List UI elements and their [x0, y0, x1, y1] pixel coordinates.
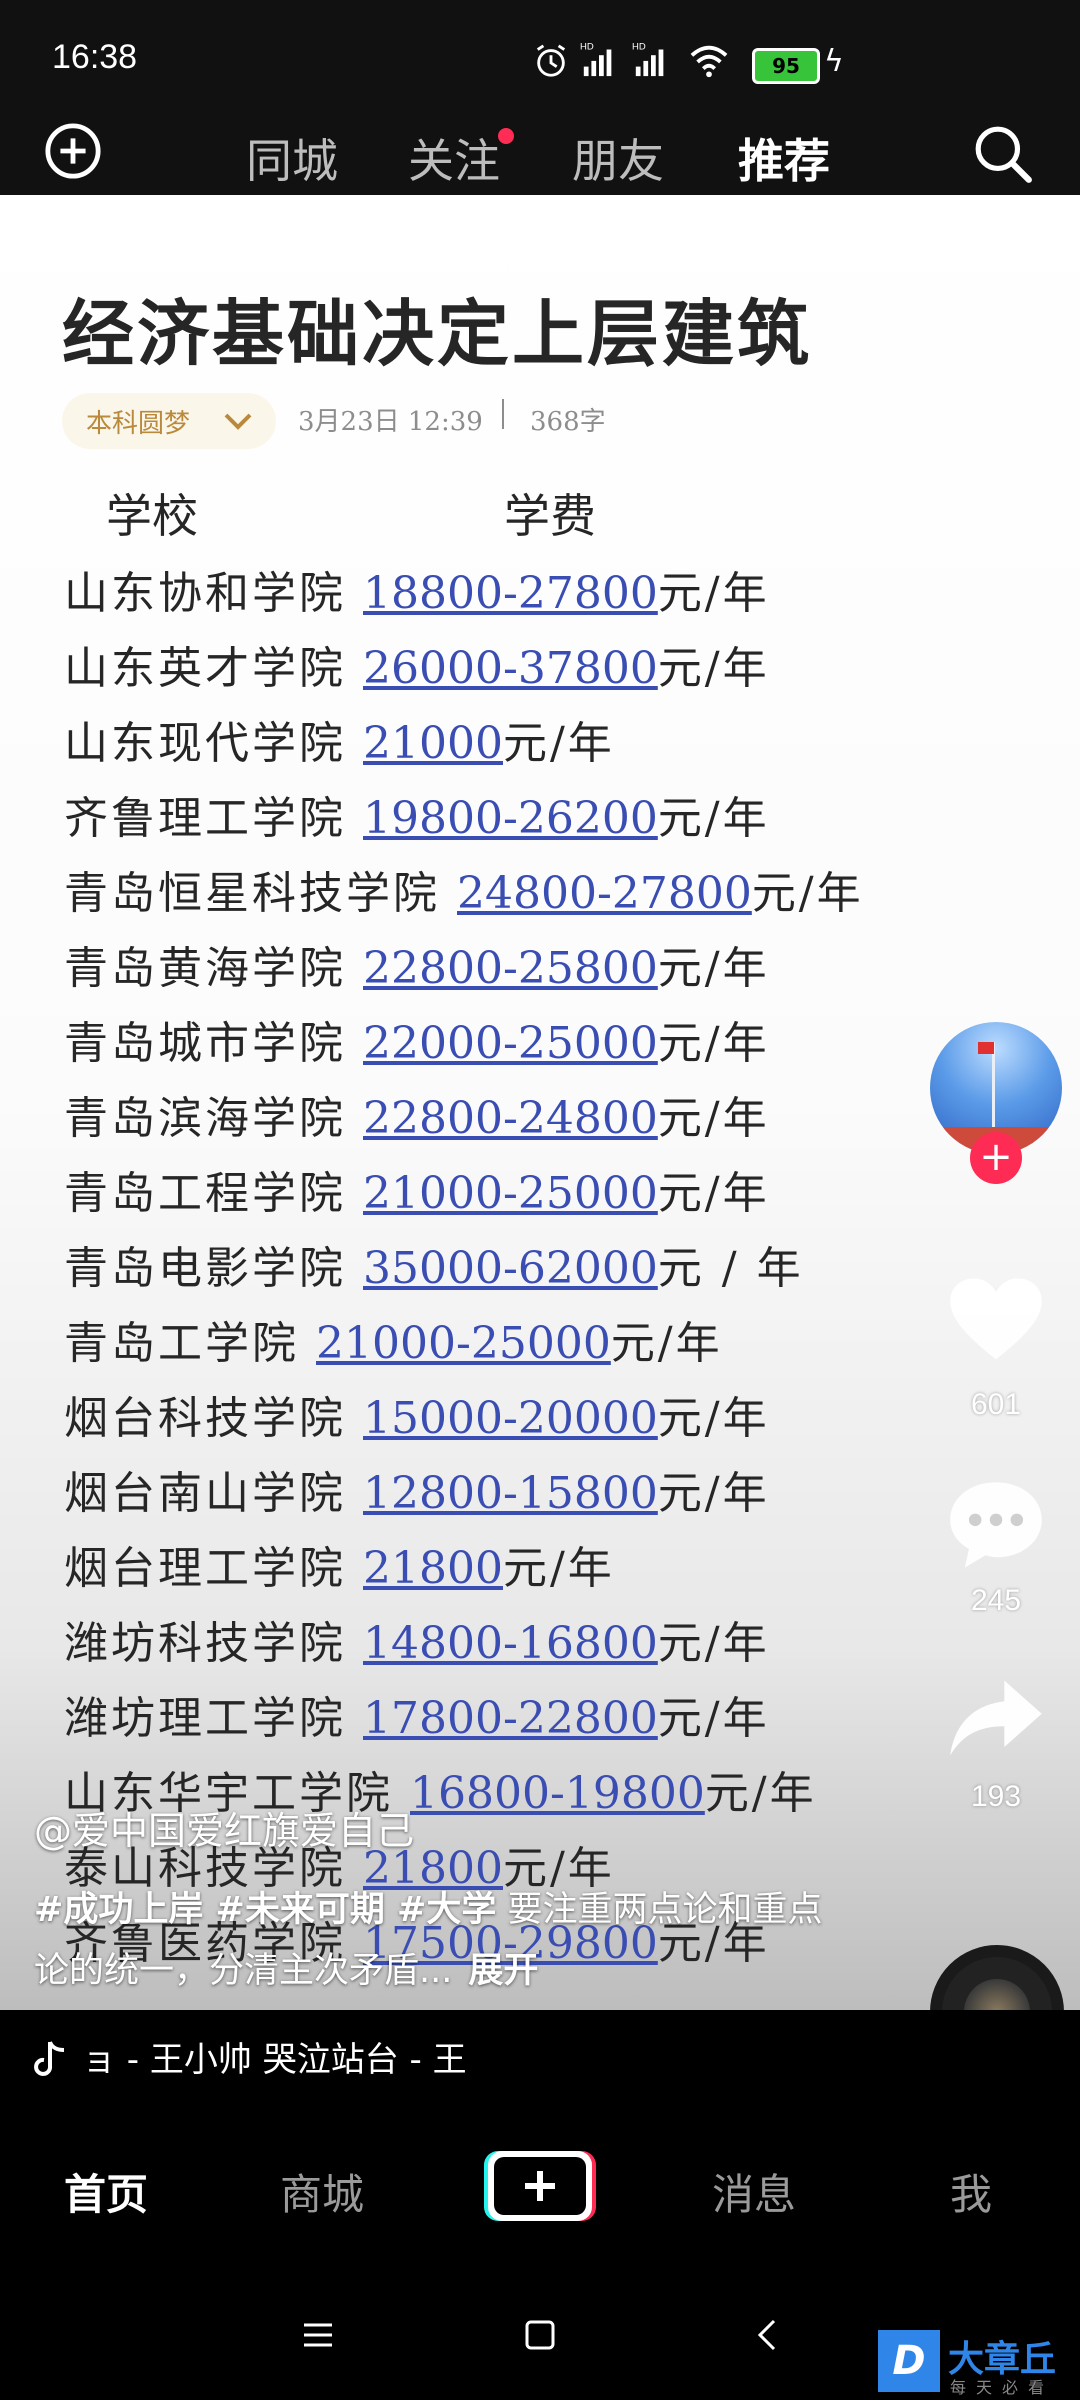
nav-home[interactable]: 首页 [64, 2161, 148, 2222]
watermark-sub: 每天必看 [950, 2378, 1055, 2397]
tab-local[interactable]: 同城 [246, 125, 338, 191]
heart-icon[interactable] [944, 1270, 1048, 1374]
share-count: 193 [970, 1780, 1022, 1813]
like-count: 601 [970, 1388, 1022, 1421]
table-row: 烟台理工学院 21800元/年 [64, 1543, 615, 1594]
music-note-icon [34, 2041, 65, 2076]
watermark: D 大章丘 每天必看 [878, 2330, 1078, 2400]
nav-mall[interactable]: 商城 [280, 2161, 364, 2222]
table-row: 山东英才学院 26000-37800元/年 [64, 643, 770, 694]
video-content[interactable]: 经济基础决定上层建筑 本科圆梦 3月23日 12:39 368字 学校 学费 山… [0, 195, 1080, 2010]
caption-username[interactable]: @爱中国爱红旗爱自己 [34, 1800, 414, 1855]
table-row: 青岛工程学院 21000-25000元/年 [64, 1168, 770, 1219]
meta-divider [502, 399, 504, 429]
back-icon[interactable] [748, 2315, 788, 2355]
tab-friends[interactable]: 朋友 [572, 125, 664, 191]
table-row: 齐鲁理工学院 19800-26200元/年 [64, 793, 770, 844]
charging-icon: ϟ [824, 44, 844, 79]
watermark-logo: D [878, 2330, 940, 2392]
table-row: 烟台科技学院 15000-20000元/年 [64, 1393, 770, 1444]
table-row: 青岛滨海学院 22800-24800元/年 [64, 1093, 770, 1144]
menu-icon[interactable] [298, 2315, 338, 2355]
chevron-down-icon [224, 413, 252, 430]
comment-icon[interactable] [944, 1472, 1048, 1576]
table-row: 潍坊科技学院 14800-16800元/年 [64, 1618, 770, 1669]
author-name: 本科圆梦 [86, 409, 191, 439]
table-row: 山东协和学院 18800-27800元/年 [64, 568, 770, 619]
nav-me[interactable]: 我 [950, 2161, 992, 2222]
music-bar[interactable]: ョ - 王小帅 哭泣站台 - 王 [0, 2010, 1080, 2105]
article-date: 3月23日 12:39 [298, 407, 483, 437]
table-row: 青岛电影学院 35000-62000元 / 年 [64, 1243, 804, 1294]
caption-hashtags[interactable]: #成功上岸 #未来可期 #大学 [34, 1890, 496, 1930]
alarm-icon [536, 44, 566, 77]
comment-count: 245 [970, 1584, 1022, 1617]
bottom-nav: 首页 商城 消息 我 [0, 2105, 1080, 2275]
tab-recommend[interactable]: 推荐 [738, 125, 830, 191]
article-title: 经济基础决定上层建筑 [62, 291, 813, 376]
table-header-fee: 学费 [504, 489, 596, 543]
table-row: 青岛工学院 21000-25000元/年 [64, 1318, 723, 1369]
notification-dot [498, 128, 514, 144]
svg-text:HD: HD [580, 42, 594, 53]
home-square-icon[interactable] [520, 2315, 560, 2355]
signal-hd-1-icon: HD [580, 42, 612, 77]
music-title: ョ - 王小帅 哭泣站台 - 王 [82, 2040, 467, 2080]
status-bar: 16:38 HD HD 95 ϟ [0, 0, 1080, 95]
table-header-school: 学校 [106, 489, 198, 543]
table-row: 潍坊理工学院 17800-22800元/年 [64, 1693, 770, 1744]
table-row: 山东现代学院 21000元/年 [64, 718, 615, 769]
expand-button[interactable]: 展开 [468, 1951, 538, 1991]
signal-hd-2-icon: HD [632, 42, 664, 77]
nav-messages[interactable]: 消息 [712, 2161, 796, 2222]
table-row: 青岛恒星科技学院 24800-27800元/年 [64, 868, 864, 919]
battery-icon: 95 [752, 48, 820, 84]
share-icon[interactable] [944, 1668, 1048, 1772]
caption-text[interactable]: #成功上岸 #未来可期 #大学 要注重两点论和重点论的统一，分清主次矛盾... 展… [34, 1880, 854, 2002]
follow-button[interactable]: + [970, 1132, 1022, 1184]
create-button[interactable] [484, 2149, 596, 2223]
wifi-icon [690, 45, 728, 78]
author-tag[interactable]: 本科圆梦 [62, 393, 276, 449]
search-icon[interactable] [972, 123, 1034, 185]
svg-text:HD: HD [632, 42, 646, 53]
top-nav: 同城 关注 朋友 推荐 [0, 95, 1080, 201]
add-circle-icon[interactable] [44, 122, 102, 180]
table-row: 青岛黄海学院 22800-25800元/年 [64, 943, 770, 994]
table-row: 烟台南山学院 12800-15800元/年 [64, 1468, 770, 1519]
status-time: 16:38 [52, 38, 138, 76]
word-count: 368字 [530, 407, 606, 437]
table-row: 青岛城市学院 22000-25000元/年 [64, 1018, 770, 1069]
tab-following[interactable]: 关注 [408, 125, 500, 191]
